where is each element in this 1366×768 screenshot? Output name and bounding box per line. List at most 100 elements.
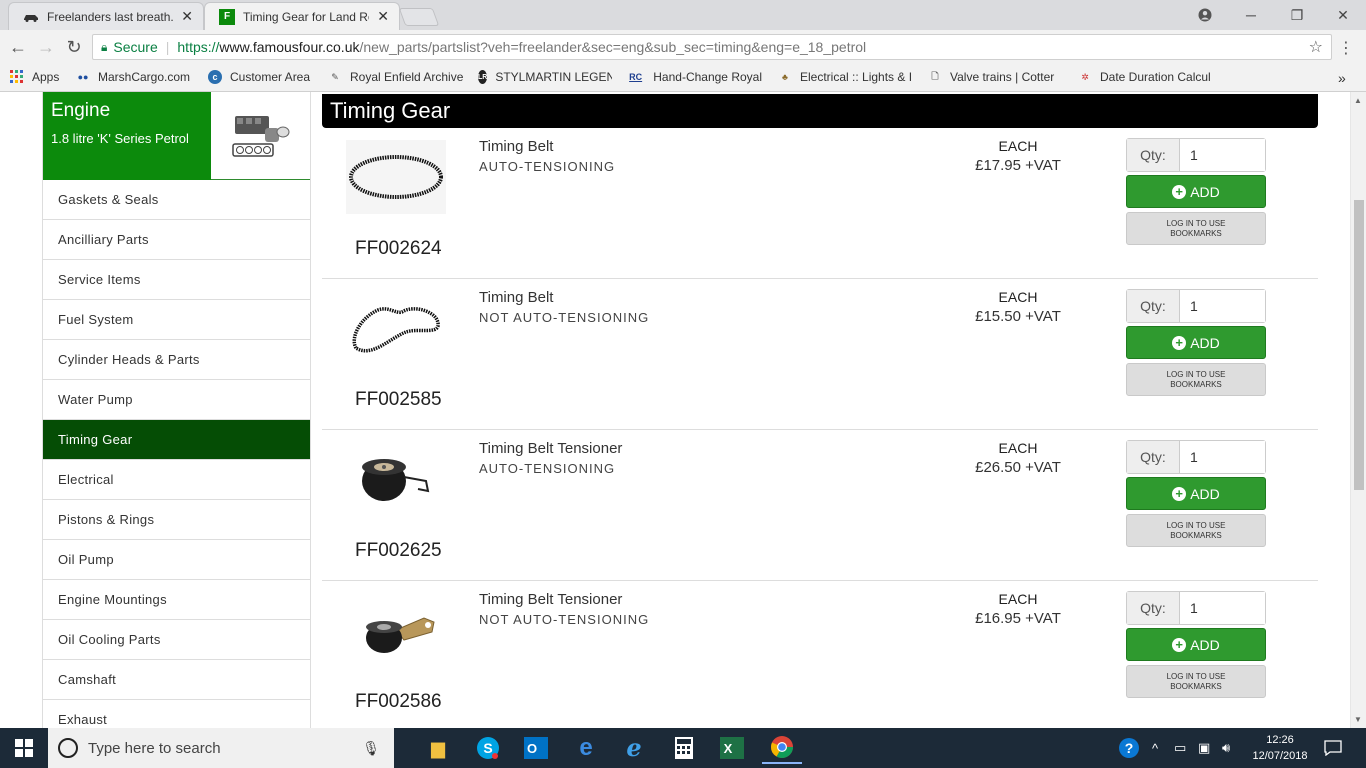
bookmark-customer-area[interactable]: c Customer Area xyxy=(208,70,318,84)
outlook-icon[interactable]: O xyxy=(516,732,556,764)
close-window-icon[interactable]: ✕ xyxy=(1320,0,1366,30)
product-name[interactable]: Timing Belt Tensioner xyxy=(479,440,622,457)
bookmark-electrical[interactable]: ♣ Electrical :: Lights & I xyxy=(778,70,914,84)
scrollbar-thumb[interactable] xyxy=(1354,200,1364,490)
show-hidden-icons-icon[interactable]: ^ xyxy=(1152,728,1158,768)
login-bookmarks-button[interactable]: LOG IN TO USE BOOKMARKS xyxy=(1126,665,1266,698)
calculator-icon[interactable] xyxy=(664,732,704,764)
browser-menu-icon[interactable]: ⋮ xyxy=(1338,38,1354,58)
bookmark-stylmartin[interactable]: LR STYLMARTIN LEGEN xyxy=(478,70,612,84)
taskbar-search-input[interactable]: Type here to search 🎙︎ xyxy=(48,728,394,768)
product-row: FF002624 Timing Belt AUTO-TENSIONING EAC… xyxy=(322,128,1318,279)
sidebar-item-service-items[interactable]: Service Items xyxy=(43,260,310,300)
url-host: www.famousfour.co.uk xyxy=(219,39,360,55)
product-name[interactable]: Timing Belt Tensioner xyxy=(479,591,622,608)
close-tab-icon[interactable]: ✕ xyxy=(181,8,193,25)
help-icon[interactable]: ? xyxy=(1118,728,1140,768)
login-bookmarks-button[interactable]: LOG IN TO USE BOOKMARKS xyxy=(1126,514,1266,547)
clock-time: 12:26 xyxy=(1266,734,1294,746)
secure-label: Secure xyxy=(113,39,158,55)
battery-icon[interactable]: ▭ xyxy=(1174,728,1186,768)
login-bookmarks-button[interactable]: LOG IN TO USE BOOKMARKS xyxy=(1126,363,1266,396)
sidebar-item-pistons-rings[interactable]: Pistons & Rings xyxy=(43,500,310,540)
product-image[interactable] xyxy=(346,593,446,667)
file-explorer-icon[interactable]: ▆ xyxy=(418,732,458,764)
product-image[interactable] xyxy=(346,140,446,214)
restore-icon[interactable]: ❐ xyxy=(1274,0,1320,30)
product-name[interactable]: Timing Belt xyxy=(479,289,553,306)
product-code: FF002585 xyxy=(355,389,442,410)
engine-section-header[interactable]: Engine 1.8 litre 'K' Series Petrol xyxy=(43,92,310,180)
sidebar-item-electrical[interactable]: Electrical xyxy=(43,460,310,500)
add-to-basket-button[interactable]: + ADD xyxy=(1126,175,1266,208)
quantity-input[interactable] xyxy=(1180,139,1265,171)
windows-start-icon[interactable] xyxy=(0,728,48,768)
forward-arrow-icon[interactable]: → xyxy=(34,35,58,59)
bookmark-label: Date Duration Calcul xyxy=(1100,70,1211,84)
scroll-up-icon[interactable]: ▲ xyxy=(1354,96,1362,105)
quantity-input[interactable] xyxy=(1180,290,1265,322)
product-name[interactable]: Timing Belt xyxy=(479,138,553,155)
tab-timing-gear[interactable]: F Timing Gear for Land Rov ✕ xyxy=(204,2,400,30)
edge-icon[interactable]: e xyxy=(566,732,606,764)
scroll-down-icon[interactable]: ▼ xyxy=(1354,715,1362,724)
sidebar-item-cylinder-heads[interactable]: Cylinder Heads & Parts xyxy=(43,340,310,380)
bookmark-valve-trains[interactable]: 🗋︎ Valve trains | Cotter xyxy=(928,70,1064,84)
page-scrollbar[interactable]: ▲ ▼ xyxy=(1350,92,1366,728)
sidebar-item-oil-cooling[interactable]: Oil Cooling Parts xyxy=(43,620,310,660)
sidebar-item-gaskets-seals[interactable]: Gaskets & Seals xyxy=(43,180,310,220)
back-arrow-icon[interactable]: ← xyxy=(6,35,30,59)
bookmark-marshcargo[interactable]: ●● MarshCargo.com xyxy=(76,70,200,84)
sidebar-item-label: Oil Cooling Parts xyxy=(58,632,161,647)
sidebar-item-label: Timing Gear xyxy=(58,432,133,447)
skype-icon[interactable]: S xyxy=(468,732,508,764)
bookmarks-bar: Apps ●● MarshCargo.com c Customer Area ✎… xyxy=(0,64,1366,92)
network-icon[interactable]: ▣ xyxy=(1198,728,1210,768)
product-code: FF002624 xyxy=(355,238,442,259)
reload-icon[interactable]: ↻ xyxy=(62,35,86,59)
close-tab-icon[interactable]: ✕ xyxy=(377,8,389,25)
add-to-basket-button[interactable]: + ADD xyxy=(1126,628,1266,661)
product-image[interactable] xyxy=(346,291,446,365)
new-tab-button[interactable] xyxy=(398,8,440,26)
minimize-icon[interactable]: ─ xyxy=(1228,0,1274,30)
product-image[interactable] xyxy=(346,442,446,516)
bookmark-date-duration[interactable]: ✲ Date Duration Calcul xyxy=(1078,70,1214,84)
product-code: FF002625 xyxy=(355,540,442,561)
microphone-icon[interactable]: 🎙︎ xyxy=(362,740,380,757)
sidebar-item-fuel-system[interactable]: Fuel System xyxy=(43,300,310,340)
add-to-basket-button[interactable]: + ADD xyxy=(1126,477,1266,510)
address-bar[interactable]: 🔒︎ Secure | https:// www.famousfour.co.u… xyxy=(92,34,1332,60)
excel-icon[interactable]: X xyxy=(712,732,752,764)
taskbar-clock[interactable]: 12:26 12/07/2018 xyxy=(1246,732,1314,764)
bookmark-apps[interactable]: Apps xyxy=(10,70,59,84)
volume-icon[interactable]: 🔊︎ xyxy=(1222,728,1230,768)
product-description: AUTO-TENSIONING xyxy=(479,159,616,174)
sidebar-item-engine-mountings[interactable]: Engine Mountings xyxy=(43,580,310,620)
more-bookmarks-icon[interactable]: » xyxy=(1338,70,1346,86)
notifications-icon[interactable] xyxy=(1324,728,1342,768)
parts-list: Timing Gear FF002624 Timing Belt AUTO-TE… xyxy=(322,94,1318,728)
add-to-basket-button[interactable]: + ADD xyxy=(1126,326,1266,359)
sidebar-item-oil-pump[interactable]: Oil Pump xyxy=(43,540,310,580)
bookmark-hand-change[interactable]: RC Hand-Change Royal xyxy=(626,70,762,84)
sidebar-item-ancilliary-parts[interactable]: Ancilliary Parts xyxy=(43,220,310,260)
product-description: AUTO-TENSIONING xyxy=(479,461,616,476)
date-calc-icon: ✲ xyxy=(1081,71,1089,82)
sidebar-item-timing-gear[interactable]: Timing Gear xyxy=(43,420,310,460)
sidebar-item-camshaft[interactable]: Camshaft xyxy=(43,660,310,700)
internet-explorer-icon[interactable]: ℯ xyxy=(614,732,654,764)
profile-icon[interactable] xyxy=(1182,0,1228,30)
login-bookmarks-button[interactable]: LOG IN TO USE BOOKMARKS xyxy=(1126,212,1266,245)
chrome-icon[interactable] xyxy=(762,732,802,764)
tab-freelanders[interactable]: Freelanders last breath... ✕ xyxy=(8,2,204,30)
bookmark-star-icon[interactable]: ☆ xyxy=(1309,37,1323,57)
quantity-input[interactable] xyxy=(1180,592,1265,624)
bookmark-royal-enfield[interactable]: ✎ Royal Enfield Archive xyxy=(328,70,466,84)
quantity-input[interactable] xyxy=(1180,441,1265,473)
sidebar-item-exhaust[interactable]: Exhaust xyxy=(43,700,310,728)
sidebar-item-water-pump[interactable]: Water Pump xyxy=(43,380,310,420)
svg-text:X: X xyxy=(724,741,733,756)
engine-gasket-kit-icon xyxy=(231,115,289,157)
customer-area-icon: c xyxy=(208,70,222,84)
